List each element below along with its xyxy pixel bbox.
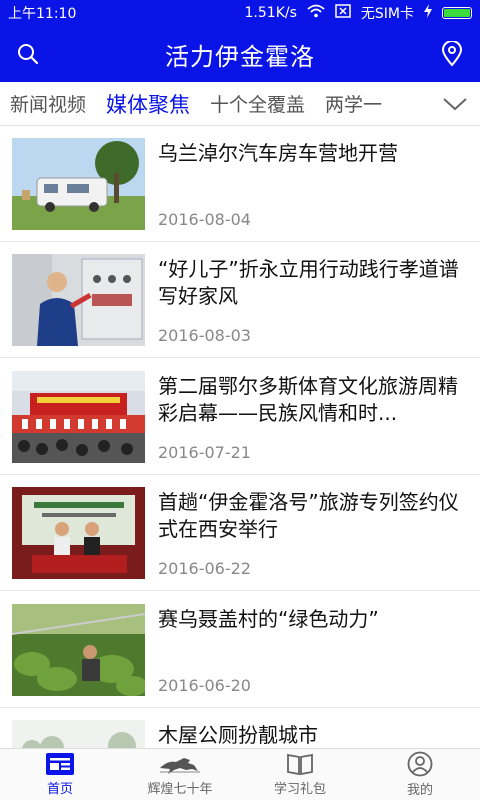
nav-profile[interactable]: 我的 [360,749,480,800]
news-date: 2016-08-04 [158,210,251,229]
greenhouse-photo [12,604,145,696]
news-title: 赛乌聂盖村的“绿色动力” [158,607,379,631]
news-title: 乌兰淖尔汽车房车营地开营 [158,141,398,165]
tab-media-focus[interactable]: 媒体聚焦 [96,89,200,119]
tab-news-video[interactable]: 新闻视频 [0,90,96,117]
news-item[interactable]: “好儿子”折永立用行动践行孝道谱写好家风 2016-08-03 [0,242,480,358]
book-icon [287,753,313,776]
sim-error-icon [335,4,351,22]
app-bar: 活力伊金霍洛 [0,26,480,82]
search-button[interactable] [12,38,44,70]
chevron-down-icon [443,97,467,110]
news-title: 木屋公厕扮靓城市 [158,723,318,747]
news-date: 2016-08-03 [158,326,251,345]
news-date: 2016-06-22 [158,559,251,578]
sim-status: 无SIM卡 [360,6,414,22]
profile-icon [407,751,433,777]
news-item[interactable]: 木屋公厕扮靓城市 [0,708,480,748]
news-icon [46,753,74,775]
tab-two-studies[interactable]: 两学一 [315,90,392,117]
battery-icon [442,7,472,19]
signing-photo [12,487,145,579]
category-tabs: 新闻视频 媒体聚焦 十个全覆盖 两学一 [0,82,480,126]
campervan-photo [12,138,145,230]
tab-ten-coverage[interactable]: 十个全覆盖 [200,90,315,117]
nav-label: 首页 [46,782,73,797]
news-item[interactable]: 首趟“伊金霍洛号”旅游专列签约仪式在西安举行 2016-06-22 [0,475,480,591]
news-title: 首趟“伊金霍洛号”旅游专列签约仪式在西安举行 [158,490,459,541]
news-title: 第二届鄂尔多斯体育文化旅游周精彩启幕——民族风情和时... [158,374,458,425]
charging-icon [424,4,432,22]
electrician-photo [12,254,145,346]
nav-label: 我的 [406,783,433,798]
nav-label: 辉煌七十年 [147,782,213,797]
location-pin-icon [441,41,463,67]
news-date: 2016-06-20 [158,676,251,695]
search-icon [18,44,39,65]
news-item[interactable]: 第二届鄂尔多斯体育文化旅游周精彩启幕——民族风情和时... 2016-07-21 [0,359,480,475]
net-speed: 1.51K/s [244,5,297,21]
cabin-photo [12,720,145,748]
news-item[interactable]: 乌兰淖尔汽车房车营地开营 2016-08-04 [0,126,480,242]
horse-icon [160,758,200,774]
page-title: 活力伊金霍洛 [165,42,315,71]
nav-label: 学习礼包 [273,782,326,797]
news-date: 2016-07-21 [158,443,251,462]
expand-tabs-button[interactable] [430,82,480,125]
nav-glory-seventy[interactable]: 辉煌七十年 [120,749,240,800]
news-item[interactable]: 赛乌聂盖村的“绿色动力” 2016-06-20 [0,592,480,708]
nav-study-pack[interactable]: 学习礼包 [240,749,360,800]
status-right: 1.51K/s 无SIM卡 [245,3,472,23]
ceremony-photo [12,371,145,463]
news-title: “好儿子”折永立用行动践行孝道谱写好家风 [158,257,459,308]
status-time: 上午11:10 [8,6,77,22]
wifi-icon [307,4,325,22]
news-list: 乌兰淖尔汽车房车营地开营 2016-08-04 “好儿子”折永立用行动践行孝道谱… [0,126,480,748]
status-bar: 上午11:10 1.51K/s 无SIM卡 [0,0,480,26]
bottom-nav: 首页 辉煌七十年 学习礼包 我的 [0,748,480,800]
nav-home[interactable]: 首页 [0,749,120,800]
location-button[interactable] [436,38,468,70]
